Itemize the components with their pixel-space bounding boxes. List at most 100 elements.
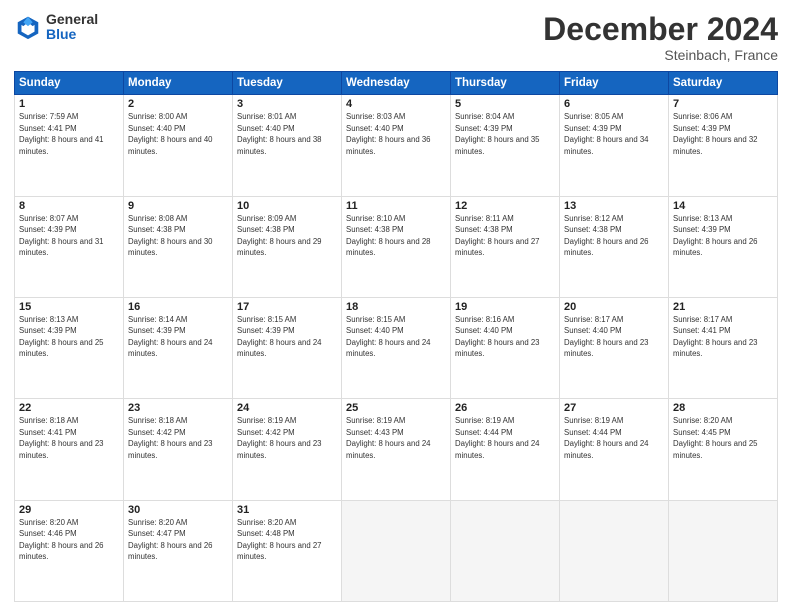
day-detail: Sunrise: 8:19 AMSunset: 4:44 PMDaylight:… bbox=[455, 416, 540, 460]
calendar-body: 1 Sunrise: 7:59 AMSunset: 4:41 PMDayligh… bbox=[15, 95, 778, 602]
day-number: 23 bbox=[128, 402, 228, 414]
calendar-cell: 11 Sunrise: 8:10 AMSunset: 4:38 PMDaylig… bbox=[342, 196, 451, 297]
calendar-cell: 3 Sunrise: 8:01 AMSunset: 4:40 PMDayligh… bbox=[233, 95, 342, 196]
day-number: 5 bbox=[455, 98, 555, 110]
day-detail: Sunrise: 8:10 AMSunset: 4:38 PMDaylight:… bbox=[346, 214, 431, 258]
day-detail: Sunrise: 8:19 AMSunset: 4:44 PMDaylight:… bbox=[564, 416, 649, 460]
day-header-thursday: Thursday bbox=[451, 72, 560, 95]
calendar-cell: 27 Sunrise: 8:19 AMSunset: 4:44 PMDaylig… bbox=[560, 399, 669, 500]
calendar-cell: 19 Sunrise: 8:16 AMSunset: 4:40 PMDaylig… bbox=[451, 297, 560, 398]
calendar-cell: 25 Sunrise: 8:19 AMSunset: 4:43 PMDaylig… bbox=[342, 399, 451, 500]
day-detail: Sunrise: 8:04 AMSunset: 4:39 PMDaylight:… bbox=[455, 112, 540, 156]
calendar-cell: 6 Sunrise: 8:05 AMSunset: 4:39 PMDayligh… bbox=[560, 95, 669, 196]
day-detail: Sunrise: 8:16 AMSunset: 4:40 PMDaylight:… bbox=[455, 315, 540, 359]
day-detail: Sunrise: 8:20 AMSunset: 4:45 PMDaylight:… bbox=[673, 416, 758, 460]
day-number: 7 bbox=[673, 98, 773, 110]
title-block: December 2024 Steinbach, France bbox=[543, 12, 778, 63]
day-number: 19 bbox=[455, 301, 555, 313]
calendar-cell: 5 Sunrise: 8:04 AMSunset: 4:39 PMDayligh… bbox=[451, 95, 560, 196]
day-number: 8 bbox=[19, 200, 119, 212]
day-number: 10 bbox=[237, 200, 337, 212]
day-number: 31 bbox=[237, 504, 337, 516]
calendar-cell bbox=[451, 500, 560, 601]
calendar-cell: 20 Sunrise: 8:17 AMSunset: 4:40 PMDaylig… bbox=[560, 297, 669, 398]
calendar-cell: 28 Sunrise: 8:20 AMSunset: 4:45 PMDaylig… bbox=[669, 399, 778, 500]
calendar-cell: 16 Sunrise: 8:14 AMSunset: 4:39 PMDaylig… bbox=[124, 297, 233, 398]
day-number: 9 bbox=[128, 200, 228, 212]
calendar-cell: 9 Sunrise: 8:08 AMSunset: 4:38 PMDayligh… bbox=[124, 196, 233, 297]
day-detail: Sunrise: 8:20 AMSunset: 4:48 PMDaylight:… bbox=[237, 518, 322, 562]
day-number: 21 bbox=[673, 301, 773, 313]
calendar-cell: 2 Sunrise: 8:00 AMSunset: 4:40 PMDayligh… bbox=[124, 95, 233, 196]
day-detail: Sunrise: 8:05 AMSunset: 4:39 PMDaylight:… bbox=[564, 112, 649, 156]
day-number: 28 bbox=[673, 402, 773, 414]
calendar-cell bbox=[342, 500, 451, 601]
calendar-cell: 1 Sunrise: 7:59 AMSunset: 4:41 PMDayligh… bbox=[15, 95, 124, 196]
day-number: 11 bbox=[346, 200, 446, 212]
day-detail: Sunrise: 8:13 AMSunset: 4:39 PMDaylight:… bbox=[19, 315, 104, 359]
logo-text: General Blue bbox=[46, 12, 98, 43]
day-detail: Sunrise: 8:11 AMSunset: 4:38 PMDaylight:… bbox=[455, 214, 540, 258]
day-header-sunday: Sunday bbox=[15, 72, 124, 95]
day-header-tuesday: Tuesday bbox=[233, 72, 342, 95]
day-number: 18 bbox=[346, 301, 446, 313]
day-detail: Sunrise: 8:20 AMSunset: 4:46 PMDaylight:… bbox=[19, 518, 104, 562]
day-number: 27 bbox=[564, 402, 664, 414]
day-header-monday: Monday bbox=[124, 72, 233, 95]
day-detail: Sunrise: 8:00 AMSunset: 4:40 PMDaylight:… bbox=[128, 112, 213, 156]
calendar-cell: 23 Sunrise: 8:18 AMSunset: 4:42 PMDaylig… bbox=[124, 399, 233, 500]
calendar-cell: 31 Sunrise: 8:20 AMSunset: 4:48 PMDaylig… bbox=[233, 500, 342, 601]
day-detail: Sunrise: 8:06 AMSunset: 4:39 PMDaylight:… bbox=[673, 112, 758, 156]
day-detail: Sunrise: 8:19 AMSunset: 4:43 PMDaylight:… bbox=[346, 416, 431, 460]
calendar-cell: 30 Sunrise: 8:20 AMSunset: 4:47 PMDaylig… bbox=[124, 500, 233, 601]
day-detail: Sunrise: 8:08 AMSunset: 4:38 PMDaylight:… bbox=[128, 214, 213, 258]
calendar-cell: 13 Sunrise: 8:12 AMSunset: 4:38 PMDaylig… bbox=[560, 196, 669, 297]
day-detail: Sunrise: 8:01 AMSunset: 4:40 PMDaylight:… bbox=[237, 112, 322, 156]
calendar-cell: 18 Sunrise: 8:15 AMSunset: 4:40 PMDaylig… bbox=[342, 297, 451, 398]
day-detail: Sunrise: 8:20 AMSunset: 4:47 PMDaylight:… bbox=[128, 518, 213, 562]
calendar-cell: 4 Sunrise: 8:03 AMSunset: 4:40 PMDayligh… bbox=[342, 95, 451, 196]
days-header-row: SundayMondayTuesdayWednesdayThursdayFrid… bbox=[15, 72, 778, 95]
day-detail: Sunrise: 8:18 AMSunset: 4:42 PMDaylight:… bbox=[128, 416, 213, 460]
day-detail: Sunrise: 8:07 AMSunset: 4:39 PMDaylight:… bbox=[19, 214, 104, 258]
calendar-cell: 10 Sunrise: 8:09 AMSunset: 4:38 PMDaylig… bbox=[233, 196, 342, 297]
week-row-2: 8 Sunrise: 8:07 AMSunset: 4:39 PMDayligh… bbox=[15, 196, 778, 297]
calendar-cell: 14 Sunrise: 8:13 AMSunset: 4:39 PMDaylig… bbox=[669, 196, 778, 297]
day-detail: Sunrise: 8:19 AMSunset: 4:42 PMDaylight:… bbox=[237, 416, 322, 460]
logo-general: General bbox=[46, 12, 98, 27]
day-number: 4 bbox=[346, 98, 446, 110]
day-detail: Sunrise: 8:12 AMSunset: 4:38 PMDaylight:… bbox=[564, 214, 649, 258]
calendar-cell: 22 Sunrise: 8:18 AMSunset: 4:41 PMDaylig… bbox=[15, 399, 124, 500]
header: General Blue December 2024 Steinbach, Fr… bbox=[14, 12, 778, 63]
day-number: 2 bbox=[128, 98, 228, 110]
calendar-cell bbox=[560, 500, 669, 601]
day-number: 12 bbox=[455, 200, 555, 212]
day-number: 22 bbox=[19, 402, 119, 414]
day-number: 30 bbox=[128, 504, 228, 516]
day-header-saturday: Saturday bbox=[669, 72, 778, 95]
day-number: 13 bbox=[564, 200, 664, 212]
day-detail: Sunrise: 8:17 AMSunset: 4:40 PMDaylight:… bbox=[564, 315, 649, 359]
calendar-cell: 24 Sunrise: 8:19 AMSunset: 4:42 PMDaylig… bbox=[233, 399, 342, 500]
calendar-subtitle: Steinbach, France bbox=[543, 47, 778, 63]
day-number: 6 bbox=[564, 98, 664, 110]
day-number: 24 bbox=[237, 402, 337, 414]
day-header-wednesday: Wednesday bbox=[342, 72, 451, 95]
calendar-cell: 12 Sunrise: 8:11 AMSunset: 4:38 PMDaylig… bbox=[451, 196, 560, 297]
day-detail: Sunrise: 8:15 AMSunset: 4:39 PMDaylight:… bbox=[237, 315, 322, 359]
calendar-cell: 21 Sunrise: 8:17 AMSunset: 4:41 PMDaylig… bbox=[669, 297, 778, 398]
day-detail: Sunrise: 8:14 AMSunset: 4:39 PMDaylight:… bbox=[128, 315, 213, 359]
day-number: 20 bbox=[564, 301, 664, 313]
logo: General Blue bbox=[14, 12, 98, 43]
day-number: 3 bbox=[237, 98, 337, 110]
day-detail: Sunrise: 8:15 AMSunset: 4:40 PMDaylight:… bbox=[346, 315, 431, 359]
day-number: 14 bbox=[673, 200, 773, 212]
calendar-page: General Blue December 2024 Steinbach, Fr… bbox=[0, 0, 792, 612]
day-number: 17 bbox=[237, 301, 337, 313]
day-detail: Sunrise: 8:09 AMSunset: 4:38 PMDaylight:… bbox=[237, 214, 322, 258]
day-number: 29 bbox=[19, 504, 119, 516]
day-number: 25 bbox=[346, 402, 446, 414]
calendar-cell: 17 Sunrise: 8:15 AMSunset: 4:39 PMDaylig… bbox=[233, 297, 342, 398]
calendar-cell: 15 Sunrise: 8:13 AMSunset: 4:39 PMDaylig… bbox=[15, 297, 124, 398]
logo-icon bbox=[14, 13, 42, 41]
